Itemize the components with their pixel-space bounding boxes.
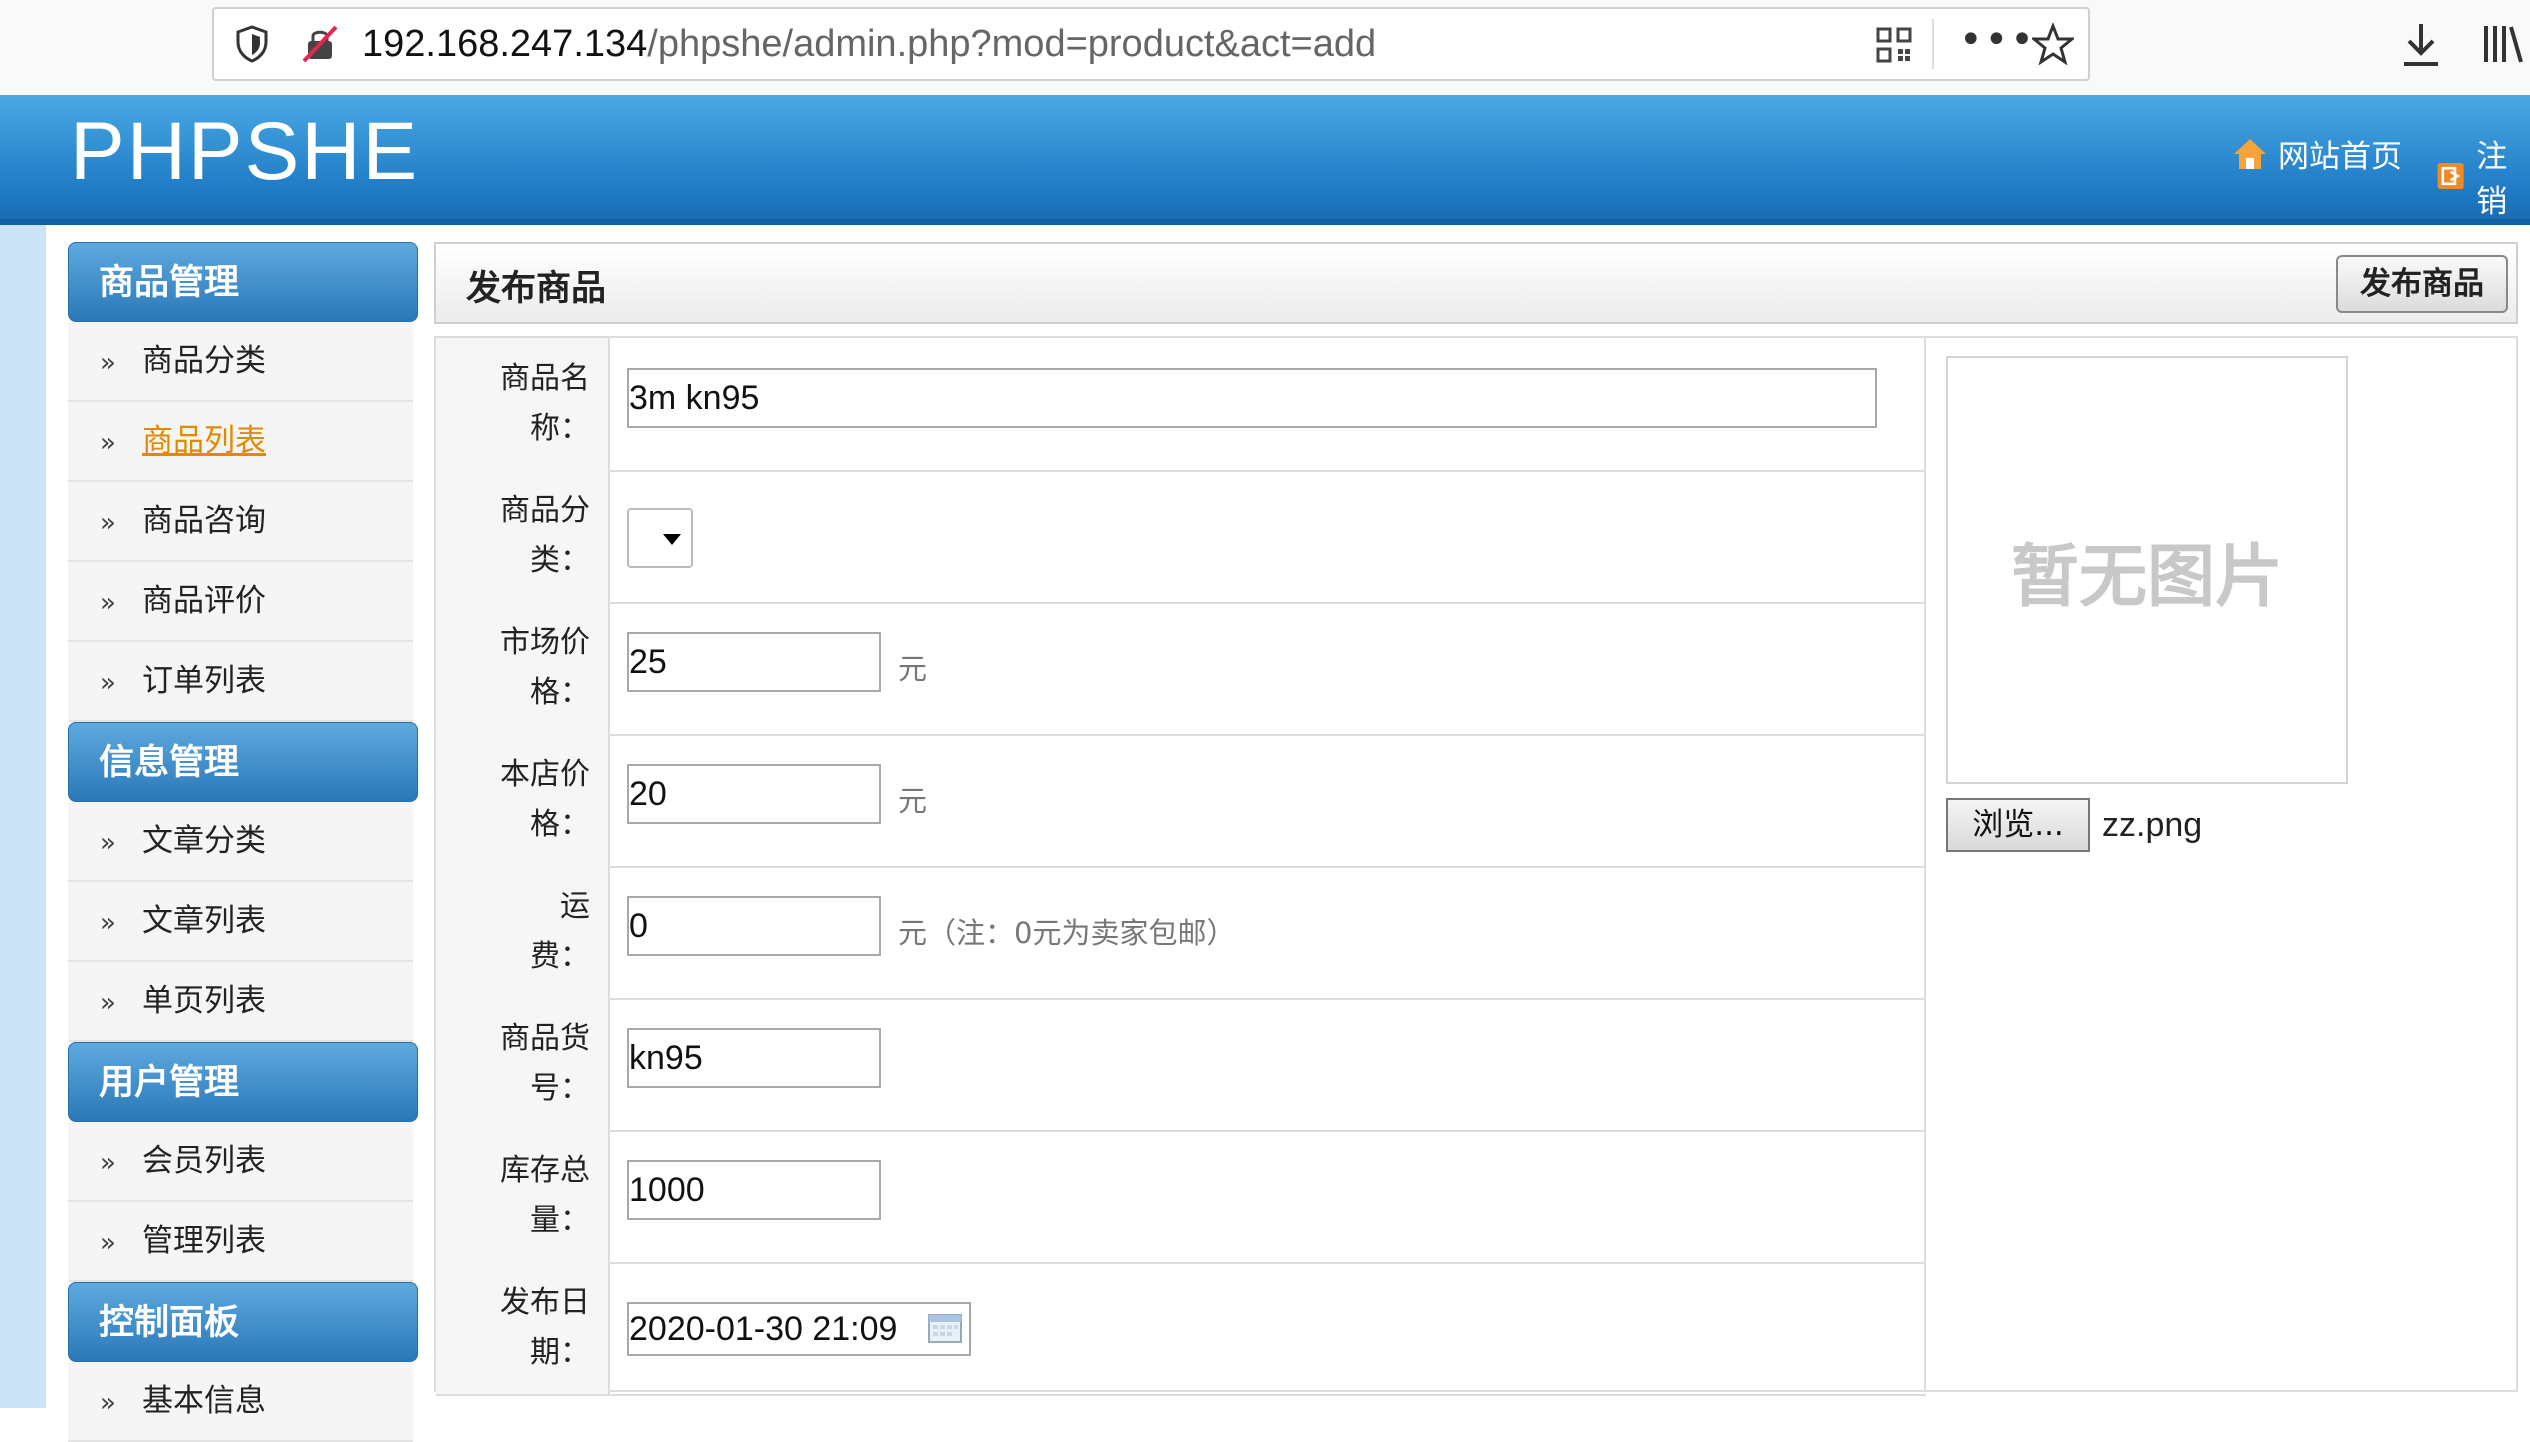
price-unit: 元 (898, 784, 928, 818)
shipping-note: 元（注：0元为卖家包邮） (898, 916, 1236, 950)
url-path: /phpshe/admin.php?mod=product&act=add (647, 23, 1377, 65)
url-text[interactable]: 192.168.247.134/phpshe/admin.php?mod=pro… (362, 21, 1376, 67)
arrow-icon: » (100, 508, 116, 538)
insecure-lock-icon[interactable] (302, 25, 338, 63)
sidebar-item-product-inquiry[interactable]: » 商品咨询 (68, 482, 413, 562)
product-form: 商品名 称： 3m kn95 商品分 类： 市场价 格： 25 元 本店价 格： 20 … (434, 336, 1926, 1396)
bookmark-star-icon[interactable] (2032, 23, 2074, 65)
admin-header: PHPSHE 网站首页 注销 (0, 95, 2530, 225)
selected-file-name: zz.png (2102, 806, 2203, 844)
sidebar-group-info[interactable]: 信息管理 (68, 722, 418, 802)
image-panel: 暂无图片 浏览... zz.png (1924, 336, 2518, 1392)
sidebar-item-admin-list[interactable]: » 管理列表 (68, 1202, 413, 1282)
form-label: 市场价 格： (436, 602, 610, 734)
form-row-shop-price: 本店价 格： 20 元 (436, 734, 1926, 868)
shipping-fee-input[interactable]: 0 (627, 896, 881, 956)
qr-code-icon[interactable] (1876, 27, 1912, 63)
arrow-icon: » (100, 588, 116, 618)
logout-link[interactable]: 注销 (2435, 131, 2530, 221)
price-unit: 元 (898, 652, 928, 686)
page-title: 发布商品 (466, 269, 607, 309)
sidebar: 商品管理 » 商品分类 » 商品列表 » 商品咨询 » 商品评价 » 订单列表 信息管理 … (68, 242, 418, 1442)
publish-button[interactable]: 发布商品 (2336, 255, 2508, 313)
logout-link-label: 注销 (2476, 139, 2508, 220)
chevron-down-icon (663, 534, 681, 545)
form-row-stock: 库存总 量： 1000 (436, 1130, 1926, 1264)
page-actions-menu[interactable]: ••• (1959, 17, 2036, 63)
form-row-name: 商品名 称： 3m kn95 (436, 338, 1926, 472)
sidebar-item-article-category[interactable]: » 文章分类 (68, 802, 413, 882)
form-label: 商品分 类： (436, 470, 610, 602)
address-bar[interactable]: 192.168.247.134/phpshe/admin.php?mod=pro… (212, 7, 2090, 81)
sidebar-item-order-list[interactable]: » 订单列表 (68, 642, 413, 722)
category-select[interactable] (627, 508, 693, 568)
home-link[interactable]: 网站首页 (2232, 131, 2402, 176)
browse-button[interactable]: 浏览... (1946, 798, 2090, 852)
sidebar-item-member-list[interactable]: » 会员列表 (68, 1122, 413, 1202)
shield-icon[interactable] (234, 25, 270, 63)
arrow-icon: » (100, 828, 116, 858)
form-row-market-price: 市场价 格： 25 元 (436, 602, 1926, 736)
arrow-icon: » (100, 1148, 116, 1178)
form-label: 商品名 称： (436, 338, 610, 470)
sku-input[interactable]: kn95 (627, 1028, 881, 1088)
browser-toolbar: 192.168.247.134/phpshe/admin.php?mod=pro… (0, 0, 2530, 95)
image-preview: 暂无图片 (1946, 356, 2348, 784)
sidebar-item-page-list[interactable]: » 单页列表 (68, 962, 413, 1042)
site-logo[interactable]: PHPSHE (70, 105, 419, 199)
stock-input[interactable]: 1000 (627, 1160, 881, 1220)
panel-title-bar: 发布商品 发布商品 (434, 242, 2518, 324)
form-label: 发布日 期： (436, 1262, 610, 1394)
form-label: 库存总 量： (436, 1130, 610, 1262)
publish-date-value: 2020-01-30 21:09 (629, 1310, 898, 1348)
home-icon (2234, 138, 2266, 169)
arrow-icon: » (100, 428, 116, 458)
form-row-sku: 商品货 号： kn95 (436, 998, 1926, 1132)
sidebar-group-product[interactable]: 商品管理 (68, 242, 418, 322)
form-label: 运费： (436, 866, 610, 998)
market-price-input[interactable]: 25 (627, 632, 881, 692)
download-icon[interactable] (2400, 22, 2442, 68)
publish-date-input[interactable]: 2020-01-30 21:09 (627, 1302, 971, 1356)
sidebar-group-user[interactable]: 用户管理 (68, 1042, 418, 1122)
arrow-icon: » (100, 348, 116, 378)
sidebar-item-product-list[interactable]: » 商品列表 (68, 402, 413, 482)
arrow-icon: » (100, 668, 116, 698)
library-icon[interactable] (2480, 22, 2524, 66)
toolbar-separator (1932, 19, 1934, 69)
home-link-label: 网站首页 (2278, 139, 2402, 175)
logout-icon (2437, 162, 2464, 190)
sidebar-item-basic-info[interactable]: » 基本信息 (68, 1362, 413, 1442)
shop-price-input[interactable]: 20 (627, 764, 881, 824)
left-strip (0, 225, 46, 1408)
product-name-input[interactable]: 3m kn95 (627, 368, 1877, 428)
sidebar-item-article-list[interactable]: » 文章列表 (68, 882, 413, 962)
sidebar-item-product-review[interactable]: » 商品评价 (68, 562, 413, 642)
arrow-icon: » (100, 1388, 116, 1418)
sidebar-group-control-panel[interactable]: 控制面板 (68, 1282, 418, 1362)
arrow-icon: » (100, 988, 116, 1018)
arrow-icon: » (100, 908, 116, 938)
url-host: 192.168.247.134 (362, 23, 648, 65)
form-label: 商品货 号： (436, 998, 610, 1130)
form-label: 本店价 格： (436, 734, 610, 866)
form-row-shipping: 运费： 0 元（注：0元为卖家包邮） (436, 866, 1926, 1000)
calendar-icon[interactable] (927, 1312, 963, 1344)
form-row-date: 发布日 期： 2020-01-30 21:09 (436, 1262, 1926, 1396)
sidebar-item-product-category[interactable]: » 商品分类 (68, 322, 413, 402)
form-row-category: 商品分 类： (436, 470, 1926, 604)
arrow-icon: » (100, 1228, 116, 1258)
